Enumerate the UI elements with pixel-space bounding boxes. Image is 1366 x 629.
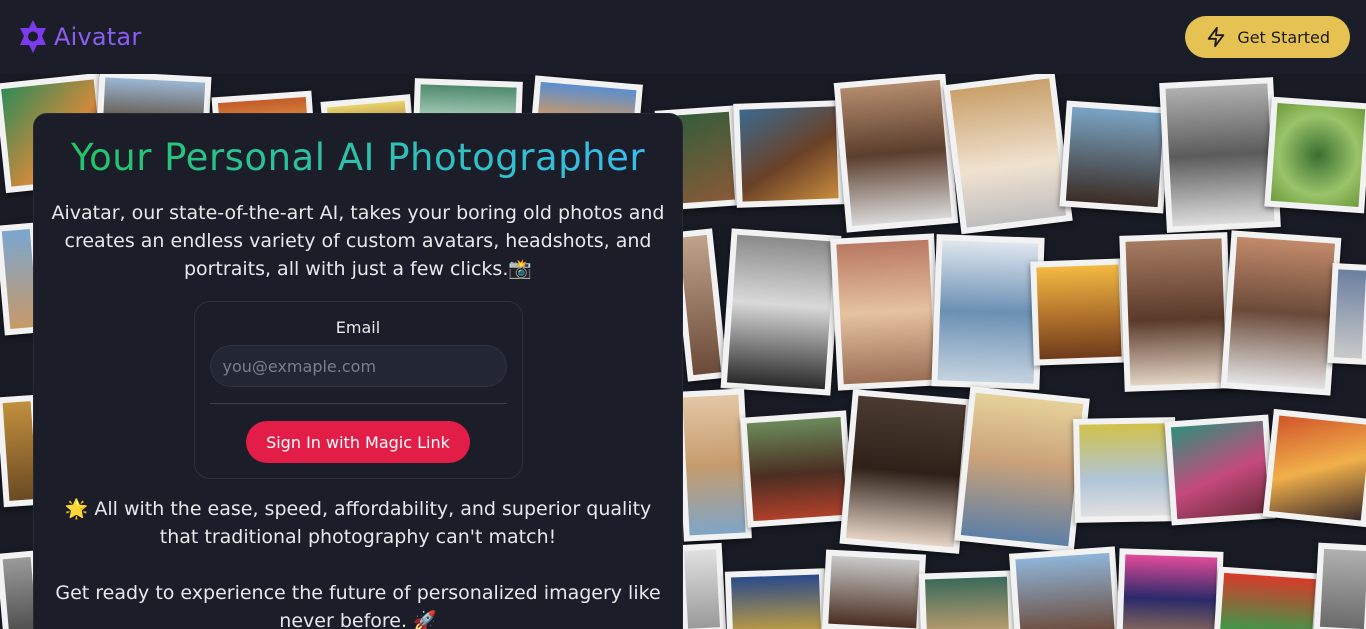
gallery-photo — [830, 233, 942, 391]
gallery-photo — [676, 388, 752, 542]
brand-logo-link[interactable]: Aivatar — [16, 18, 141, 56]
gallery-photo — [1073, 417, 1177, 523]
page-title: Your Personal AI Photographer — [34, 136, 682, 179]
gallery-photo — [1213, 566, 1323, 629]
email-field[interactable] — [209, 345, 507, 387]
form-divider — [209, 403, 507, 404]
star-logo-icon — [20, 20, 46, 53]
gallery-photo — [833, 74, 959, 233]
gallery-photo — [821, 549, 927, 629]
gallery-photo — [1220, 230, 1342, 396]
lightning-icon — [1208, 26, 1225, 48]
gallery-photo — [918, 570, 1016, 629]
gallery-photo — [1159, 77, 1281, 233]
gallery-photo — [1313, 542, 1366, 629]
gallery-photo — [1116, 548, 1224, 629]
gallery-photo — [1164, 414, 1276, 526]
gallery-photo — [1327, 263, 1366, 365]
gallery-photo — [724, 568, 828, 629]
gallery-photo — [677, 542, 727, 629]
gallery-photo — [1264, 96, 1366, 214]
sign-in-card: Your Personal AI Photographer Aivatar, o… — [33, 113, 683, 629]
gallery-photo — [954, 386, 1090, 553]
gallery-photo — [733, 100, 845, 208]
sign-in-form: Email Sign In with Magic Link — [193, 301, 523, 479]
email-label: Email — [335, 318, 381, 337]
closing-text: Get ready to experience the future of pe… — [55, 582, 661, 629]
gallery-photo — [839, 389, 973, 554]
outro-text: All with the ease, speed, affordability,… — [94, 498, 652, 548]
intro-paragraph: Aivatar, our state-of-the-art AI, takes … — [51, 202, 665, 280]
gallery-photo — [943, 74, 1073, 235]
gallery-photo — [1119, 232, 1233, 392]
outro-paragraph: 🌟 All with the ease, speed, affordabilit… — [64, 498, 652, 548]
gallery-photo — [1059, 100, 1171, 214]
get-started-button[interactable]: Get Started — [1185, 16, 1350, 58]
intro-text: Aivatar, our state-of-the-art AI, takes … — [51, 202, 665, 280]
get-started-label: Get Started — [1237, 27, 1330, 47]
gallery-photo — [1030, 258, 1128, 366]
gallery-photo — [740, 410, 854, 528]
closing-paragraph: Get ready to experience the future of pe… — [44, 579, 672, 629]
brand-name: Aivatar — [54, 23, 142, 51]
sign-in-magic-link-button[interactable]: Sign In with Magic Link — [246, 421, 470, 463]
gallery-photo — [931, 234, 1045, 390]
top-navigation-bar: Aivatar Get Started — [0, 0, 1366, 74]
gallery-photo — [1008, 546, 1122, 629]
gallery-photo — [720, 228, 842, 396]
gallery-photo — [1262, 408, 1366, 528]
